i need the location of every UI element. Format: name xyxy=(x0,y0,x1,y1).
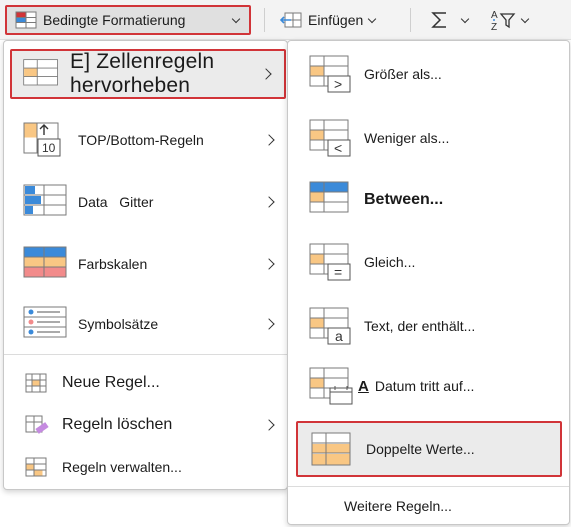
menu-separator xyxy=(4,354,287,355)
insert-label: Einfügen xyxy=(308,12,364,28)
menu-item-label: Gleich... xyxy=(364,254,416,270)
menu-separator xyxy=(288,486,569,487)
menu-item-less-than[interactable]: < Weniger als... xyxy=(288,107,569,169)
menu-item-label: TOP/Bottom-Regeln xyxy=(78,132,204,148)
menu-item-label: Größer als... xyxy=(364,66,442,82)
menu-item-text-contains[interactable]: a Text, der enthält... xyxy=(288,295,569,357)
top-bottom-icon: 10 xyxy=(23,122,61,157)
chevron-right-icon xyxy=(263,318,275,330)
highlight-cells-icon xyxy=(23,59,58,86)
menu-item-more-rules[interactable]: Weitere Regeln... xyxy=(288,488,569,524)
menu-item-clear-rules[interactable]: Regeln löschen xyxy=(4,407,287,443)
menu-item-date-occurring[interactable]: A Datum tritt auf... xyxy=(288,355,569,417)
date-glyph: A xyxy=(358,377,369,395)
menu-item-new-rule[interactable]: Neue Regel... xyxy=(4,365,287,401)
menu-item-highlight-cells-rules[interactable]: E] Zellenregeln hervorheben xyxy=(10,49,286,99)
menu-item-label: Data Gitter xyxy=(78,194,154,210)
menu-item-label: Text, der enthält... xyxy=(364,318,476,334)
text-contains-icon: a xyxy=(309,307,351,345)
menu-item-label: Between... xyxy=(364,191,444,208)
menu-item-label: Datum tritt auf... xyxy=(374,378,475,394)
equal-sign: = xyxy=(334,264,342,280)
conditional-formatting-menu: E] Zellenregeln hervorheben 10 TOP/Botto… xyxy=(3,40,288,490)
menu-item-data-bars[interactable]: Data Gitter xyxy=(4,171,287,233)
menu-item-duplicate-values[interactable]: Doppelte Werte... xyxy=(296,421,562,477)
highlight-cells-submenu: > Größer als... < Weniger als... Between… xyxy=(287,40,570,525)
conditional-formatting-icon xyxy=(15,11,37,29)
chevron-right-icon xyxy=(263,134,275,146)
menu-item-between[interactable]: Between... xyxy=(288,169,569,231)
menu-item-label: Weitere Regeln... xyxy=(344,498,452,514)
text-sign: a xyxy=(335,328,343,344)
chevron-down-icon xyxy=(460,14,470,23)
color-scales-icon xyxy=(23,246,67,278)
conditional-formatting-label: Bedingte Formatierung xyxy=(43,12,186,28)
greater-than-icon: > xyxy=(309,55,351,93)
manage-rules-icon xyxy=(25,457,47,477)
menu-item-color-scales[interactable]: Farbskalen xyxy=(4,233,287,295)
chevron-down-icon xyxy=(231,14,241,23)
sort-filter-icon: A Z xyxy=(491,10,516,32)
menu-item-top-bottom-rules[interactable]: 10 TOP/Bottom-Regeln xyxy=(4,109,287,171)
ribbon-toolbar: Bedingte Formatierung Einfügen A Z xyxy=(0,0,571,40)
greater-sign: > xyxy=(334,76,342,92)
top-bottom-value: 10 xyxy=(42,141,56,155)
conditional-formatting-button[interactable]: Bedingte Formatierung xyxy=(5,5,251,35)
menu-item-label: E] Zellenregeln hervorheben xyxy=(70,50,215,97)
sigma-icon xyxy=(431,12,446,28)
eraser-icon xyxy=(25,415,49,434)
insert-cells-icon xyxy=(280,12,302,28)
data-bars-icon xyxy=(23,184,67,216)
menu-item-label: Doppelte Werte... xyxy=(366,441,475,457)
duplicate-values-icon xyxy=(311,432,351,466)
chevron-right-icon xyxy=(263,258,275,270)
menu-item-label: Regeln löschen xyxy=(62,416,173,433)
less-sign: < xyxy=(334,140,342,156)
icon-sets-icon xyxy=(23,306,67,338)
menu-item-equal-to[interactable]: = Gleich... xyxy=(288,231,569,293)
sort-filter-button[interactable]: A Z xyxy=(490,5,530,35)
svg-text:Z: Z xyxy=(491,22,497,32)
chevron-down-icon xyxy=(368,14,377,23)
menu-item-label: Neue Regel... xyxy=(62,374,160,391)
insert-button[interactable]: Einfügen xyxy=(280,5,377,35)
less-than-icon: < xyxy=(309,119,351,157)
between-icon xyxy=(309,181,349,213)
menu-item-label: Weniger als... xyxy=(364,130,450,146)
calendar-icon xyxy=(309,367,353,405)
menu-item-icon-sets[interactable]: Symbolsätze xyxy=(4,293,287,355)
new-rule-icon xyxy=(25,373,47,393)
autosum-button[interactable] xyxy=(430,5,470,35)
ribbon-separator xyxy=(264,8,265,32)
chevron-down-icon xyxy=(520,14,530,23)
menu-item-manage-rules[interactable]: Regeln verwalten... xyxy=(4,449,287,485)
menu-item-label: Regeln verwalten... xyxy=(62,459,182,475)
ribbon-separator xyxy=(410,8,411,32)
chevron-right-icon xyxy=(263,196,275,208)
chevron-right-icon xyxy=(263,419,275,431)
equal-to-icon: = xyxy=(309,243,351,281)
menu-item-label: Symbolsätze xyxy=(78,316,159,332)
menu-item-label: Farbskalen xyxy=(78,256,148,272)
menu-item-greater-than[interactable]: > Größer als... xyxy=(288,43,569,105)
